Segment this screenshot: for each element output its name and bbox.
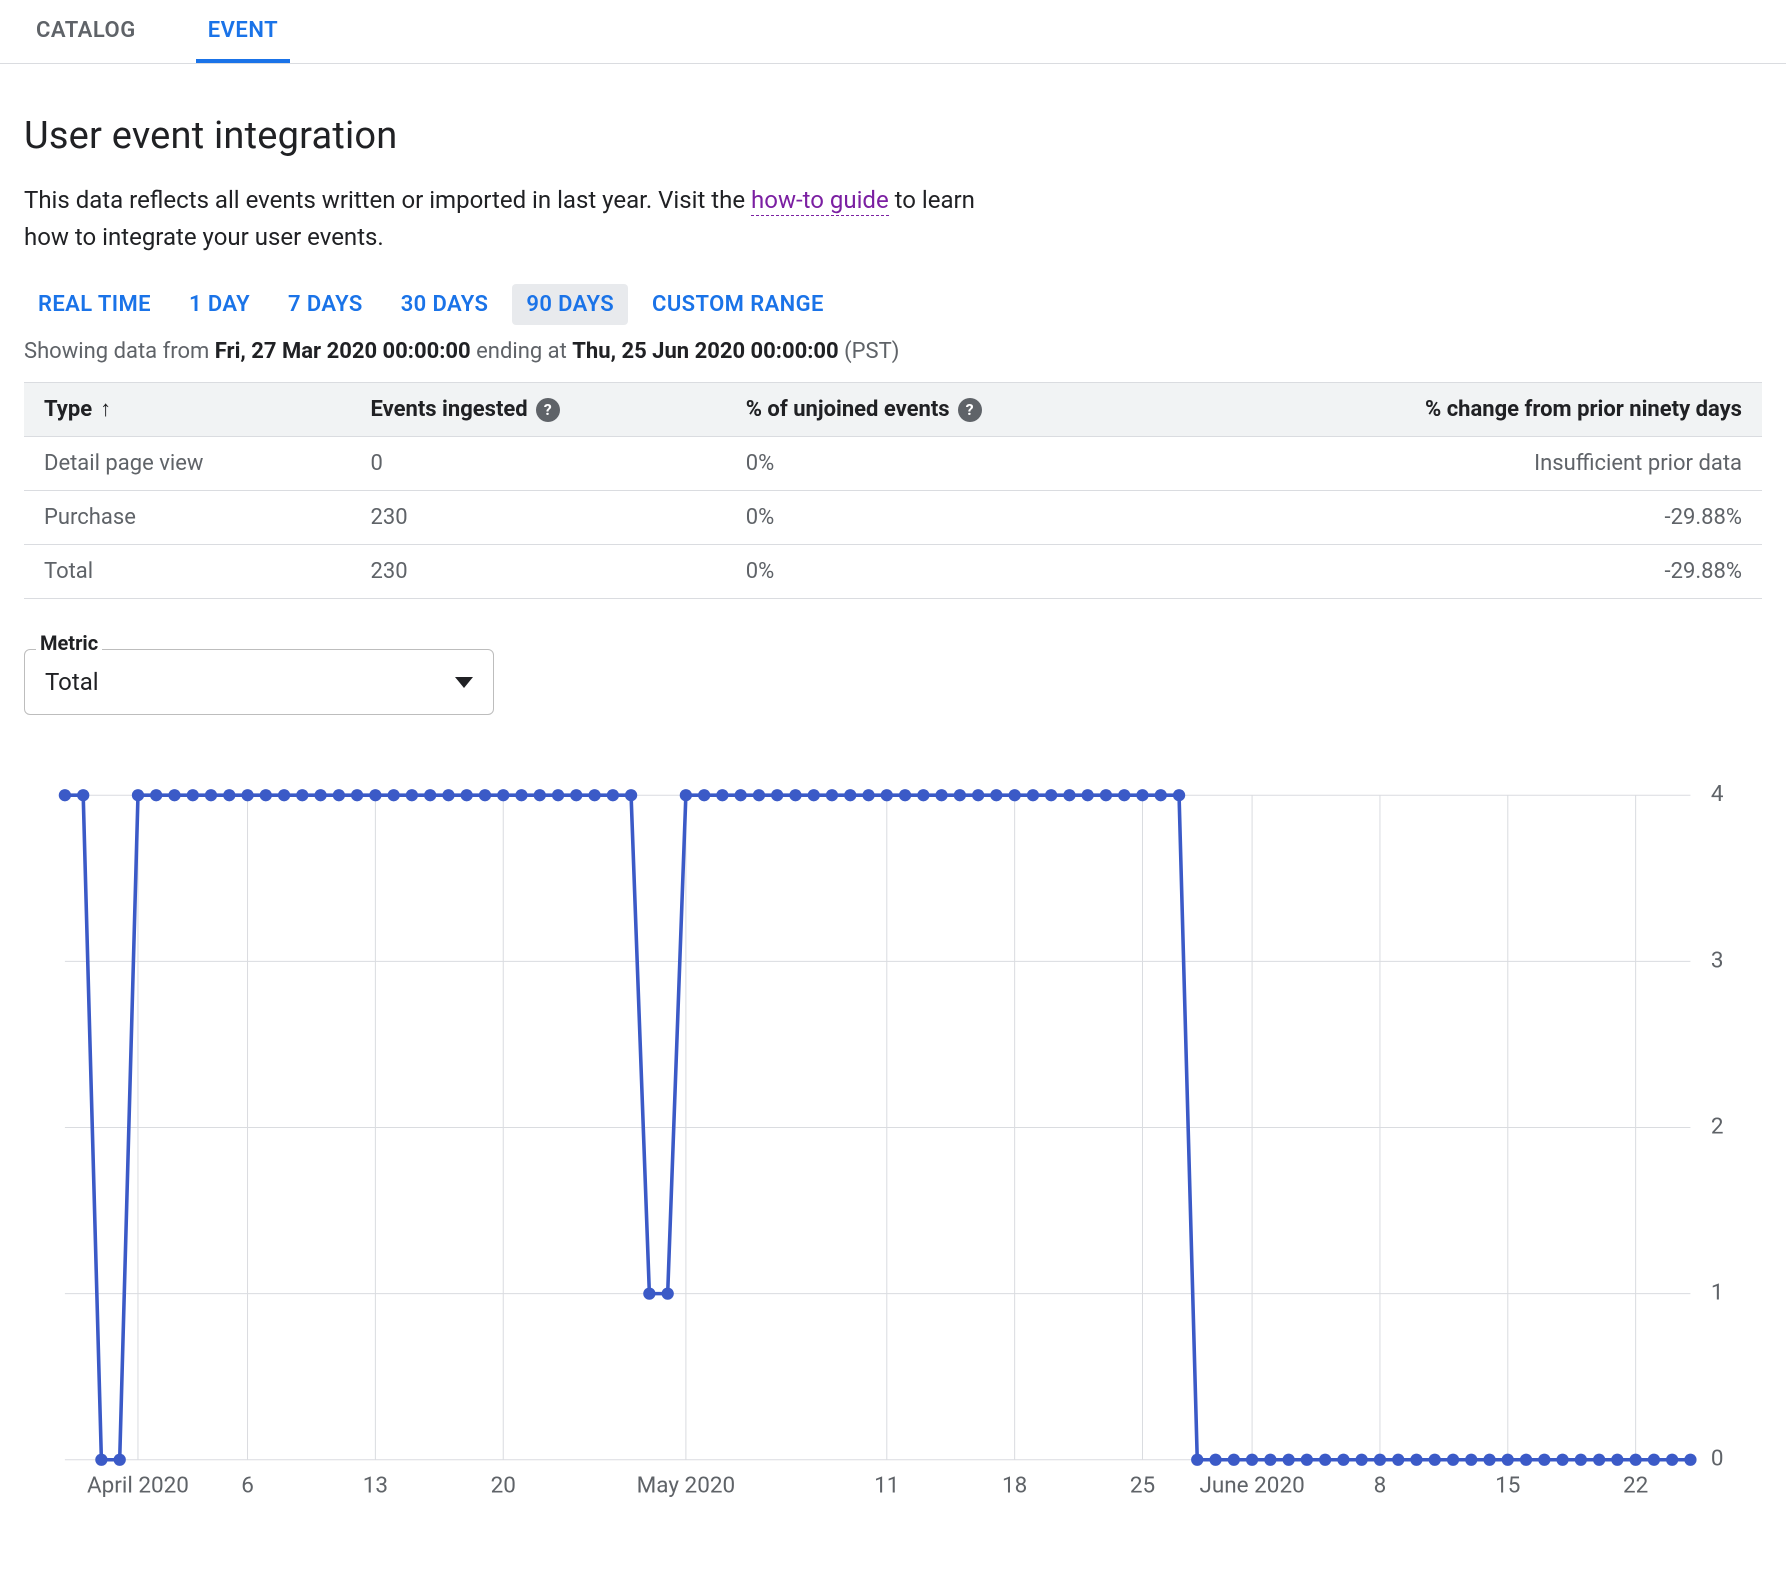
range-custom[interactable]: CUSTOM RANGE <box>638 284 838 325</box>
cell-unjoined: 0% <box>726 545 1178 599</box>
svg-text:2: 2 <box>1711 1114 1724 1140</box>
showing-to: Thu, 25 Jun 2020 00:00:00 <box>572 339 838 364</box>
showing-tz: (PST) <box>839 339 900 364</box>
cell-unjoined: 0% <box>726 437 1178 491</box>
svg-text:4: 4 <box>1711 785 1724 807</box>
svg-text:22: 22 <box>1623 1473 1648 1499</box>
cell-events: 0 <box>351 437 726 491</box>
time-range-selector: REAL TIME 1 DAY 7 DAYS 30 DAYS 90 DAYS C… <box>24 284 1762 325</box>
svg-text:8: 8 <box>1374 1473 1387 1499</box>
col-events-ingested[interactable]: Events ingested ? <box>351 383 726 437</box>
sort-asc-icon: ↑ <box>100 399 111 421</box>
cell-change: -29.88% <box>1177 545 1762 599</box>
cell-change: Insufficient prior data <box>1177 437 1762 491</box>
tab-catalog[interactable]: CATALOG <box>24 0 148 63</box>
page-title: User event integration <box>24 114 1762 158</box>
cell-events: 230 <box>351 491 726 545</box>
metric-select[interactable]: Total <box>24 649 494 715</box>
tab-event[interactable]: EVENT <box>196 0 290 63</box>
cell-type: Detail page view <box>24 437 351 491</box>
showing-mid: ending at <box>471 339 573 364</box>
showing-from: Fri, 27 Mar 2020 00:00:00 <box>215 339 471 364</box>
events-chart: 0 1 2 3 4 April 2020 6 13 20 May 2020 11 18 25 June 2… <box>24 785 1762 1521</box>
top-tabs: CATALOG EVENT <box>0 0 1786 64</box>
cell-unjoined: 0% <box>726 491 1178 545</box>
page-description: This data reflects all events written or… <box>24 182 1024 256</box>
showing-range: Showing data from Fri, 27 Mar 2020 00:00… <box>24 339 1762 364</box>
range-7days[interactable]: 7 DAYS <box>274 284 377 325</box>
col-change[interactable]: % change from prior ninety days <box>1177 383 1762 437</box>
metric-value: Total <box>45 668 99 696</box>
range-90days[interactable]: 90 DAYS <box>512 284 628 325</box>
howto-link[interactable]: how-to guide <box>751 186 889 216</box>
table-row: Total2300%-29.88% <box>24 545 1762 599</box>
cell-change: -29.88% <box>1177 491 1762 545</box>
col-change-label: % change from prior ninety days <box>1425 397 1742 422</box>
desc-text-pre: This data reflects all events written or… <box>24 186 751 214</box>
svg-text:20: 20 <box>491 1473 516 1499</box>
showing-pre: Showing data from <box>24 339 215 364</box>
events-table: Type ↑ Events ingested ? % of unjoined e… <box>24 382 1762 599</box>
range-1day[interactable]: 1 DAY <box>175 284 264 325</box>
svg-text:1: 1 <box>1711 1280 1724 1306</box>
svg-text:13: 13 <box>363 1473 388 1499</box>
help-icon[interactable]: ? <box>536 398 560 422</box>
table-row: Detail page view00%Insufficient prior da… <box>24 437 1762 491</box>
col-events-label: Events ingested <box>371 397 528 422</box>
svg-text:0: 0 <box>1711 1446 1724 1472</box>
help-icon[interactable]: ? <box>958 398 982 422</box>
svg-text:April 2020: April 2020 <box>87 1473 189 1499</box>
metric-label: Metric <box>36 631 102 655</box>
chart-canvas: 0 1 2 3 4 April 2020 6 13 20 May 2020 11 18 25 June 2… <box>24 785 1762 1521</box>
svg-text:15: 15 <box>1495 1473 1520 1499</box>
chevron-down-icon <box>455 677 473 688</box>
col-unjoined-label: % of unjoined events <box>746 397 950 422</box>
cell-type: Total <box>24 545 351 599</box>
svg-text:6: 6 <box>241 1473 254 1499</box>
table-row: Purchase2300%-29.88% <box>24 491 1762 545</box>
range-realtime[interactable]: REAL TIME <box>24 284 165 325</box>
svg-text:25: 25 <box>1130 1473 1155 1499</box>
svg-text:June 2020: June 2020 <box>1199 1473 1304 1499</box>
svg-text:18: 18 <box>1002 1473 1027 1499</box>
col-type[interactable]: Type ↑ <box>24 383 351 437</box>
svg-text:11: 11 <box>874 1473 899 1499</box>
col-unjoined[interactable]: % of unjoined events ? <box>726 383 1178 437</box>
col-type-label: Type <box>44 397 92 422</box>
svg-text:May 2020: May 2020 <box>637 1473 735 1499</box>
cell-type: Purchase <box>24 491 351 545</box>
svg-text:3: 3 <box>1711 948 1724 974</box>
range-30days[interactable]: 30 DAYS <box>387 284 503 325</box>
cell-events: 230 <box>351 545 726 599</box>
